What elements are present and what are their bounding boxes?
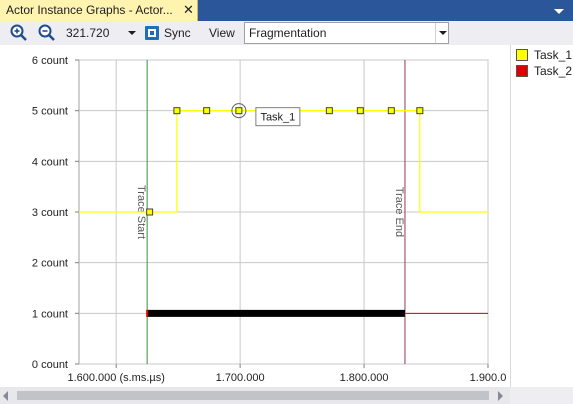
x-tick-label: 1.700.000 <box>216 372 265 384</box>
data-point[interactable] <box>356 107 364 115</box>
view-label: View <box>209 26 235 40</box>
data-point[interactable] <box>325 107 333 115</box>
legend-swatch <box>516 49 528 61</box>
scrollbar-thumb[interactable] <box>17 391 489 400</box>
data-point[interactable] <box>146 208 154 216</box>
legend-label: Task_2 <box>534 64 573 78</box>
tab-actor-instance-graphs[interactable]: Actor Instance Graphs - Actor... ✕ <box>0 0 198 21</box>
legend-item[interactable]: Task_2 <box>513 63 573 79</box>
data-point[interactable] <box>387 107 395 115</box>
data-point[interactable] <box>173 107 181 115</box>
legend: Task_1 Task_2 <box>513 47 573 79</box>
y-tick-label: 6 count <box>32 55 68 67</box>
tab-list-dropdown-icon[interactable] <box>552 4 566 18</box>
x-tick-label: 1.600.000 (s.ms.µs) <box>67 372 164 384</box>
y-tick-label: 0 count <box>32 359 68 371</box>
data-point[interactable] <box>235 107 243 115</box>
actor-instance-graph[interactable]: 0 count 1 count 2 count 3 count 4 count 5 cou… <box>0 45 510 387</box>
sync-icon <box>145 26 159 40</box>
chart-canvas[interactable]: 0 count 1 count 2 count 3 count 4 count 5 cou… <box>0 45 510 387</box>
x-tick-label: 1.900.0 <box>470 372 507 384</box>
y-tick-label: 5 count <box>32 106 68 118</box>
zoom-level-combo[interactable]: 321.720 <box>63 23 139 43</box>
tab-title: Actor Instance Graphs - Actor... <box>6 3 173 17</box>
sync-button[interactable]: Sync <box>144 23 194 43</box>
data-point[interactable] <box>203 107 211 115</box>
zoom-out-button[interactable] <box>37 23 57 43</box>
sync-label: Sync <box>164 26 191 40</box>
legend-label: Task_1 <box>534 48 573 62</box>
chevron-down-icon[interactable] <box>128 31 136 35</box>
zoom-in-icon <box>10 24 27 41</box>
y-tick-label: 1 count <box>32 308 68 320</box>
chevron-down-icon[interactable] <box>435 23 448 43</box>
scroll-left-icon[interactable] <box>3 391 8 401</box>
trace-end-label: Trace End <box>393 187 405 237</box>
document-tab-bar: Actor Instance Graphs - Actor... ✕ <box>0 0 573 21</box>
view-select-value: Fragmentation <box>249 26 327 40</box>
zoom-level-value: 321.720 <box>66 26 110 40</box>
view-select[interactable]: Fragmentation <box>244 22 449 44</box>
zoom-out-icon <box>38 24 55 41</box>
y-tick-label: 4 count <box>32 156 68 168</box>
chart-divider <box>510 45 511 387</box>
close-icon[interactable]: ✕ <box>183 2 194 18</box>
legend-item[interactable]: Task_1 <box>513 47 573 63</box>
scroll-right-icon[interactable] <box>498 391 503 401</box>
y-tick-label: 3 count <box>32 207 68 219</box>
horizontal-scrollbar[interactable] <box>0 387 510 404</box>
data-point[interactable] <box>416 107 424 115</box>
legend-swatch <box>516 65 528 77</box>
y-tick-label: 2 count <box>32 258 68 270</box>
x-tick-label: 1.800.000 <box>340 372 389 384</box>
scrollbar-corner <box>510 387 573 404</box>
tooltip-label: Task_1 <box>260 112 295 124</box>
zoom-in-button[interactable] <box>9 23 29 43</box>
